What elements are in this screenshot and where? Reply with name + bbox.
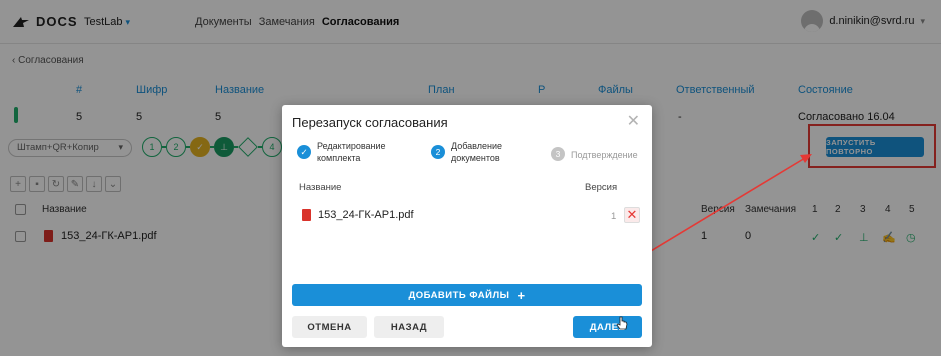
file-version: 1 bbox=[611, 211, 617, 222]
wizard-step-number: 3 bbox=[551, 147, 565, 161]
wizard-step-1[interactable]: ✓ Редактирование комплекта bbox=[297, 140, 386, 164]
plus-icon: + bbox=[517, 287, 526, 303]
cancel-button[interactable]: ОТМЕНА bbox=[292, 316, 367, 338]
wizard-step-label: Добавление bbox=[451, 141, 502, 151]
dialog-title: Перезапуск согласования bbox=[292, 115, 448, 130]
pdf-icon bbox=[302, 209, 311, 221]
file-row[interactable]: 153_24-ГК-АР1.pdf bbox=[302, 209, 414, 221]
wizard-step-label: Подтверждение bbox=[571, 150, 638, 160]
wizard-step-label: комплекта bbox=[317, 153, 361, 163]
wizard-step-number: 2 bbox=[431, 145, 445, 159]
wizard-step-2[interactable]: 2 Добавление документов bbox=[431, 140, 502, 164]
file-col-version: Версия bbox=[585, 182, 618, 193]
add-files-label: ДОБАВИТЬ ФАЙЛЫ bbox=[408, 289, 510, 301]
close-icon[interactable]: ✕ bbox=[627, 114, 640, 130]
back-button[interactable]: НАЗАД bbox=[374, 316, 444, 338]
check-icon: ✓ bbox=[297, 145, 311, 159]
wizard-step-label: документов bbox=[451, 153, 500, 163]
wizard-step-3[interactable]: 3 Подтверждение bbox=[551, 140, 638, 161]
wizard-step-label: Редактирование bbox=[317, 141, 386, 151]
file-col-name: Название bbox=[299, 182, 342, 193]
file-name: 153_24-ГК-АР1.pdf bbox=[318, 209, 414, 221]
relaunch-dialog: Перезапуск согласования ✕ ✓ Редактирован… bbox=[282, 105, 652, 347]
next-button[interactable]: ДАЛЕЕ bbox=[573, 316, 642, 338]
hand-cursor-icon bbox=[616, 316, 628, 330]
add-files-button[interactable]: ДОБАВИТЬ ФАЙЛЫ + bbox=[292, 284, 642, 306]
remove-file-button[interactable]: ✕ bbox=[624, 207, 640, 223]
